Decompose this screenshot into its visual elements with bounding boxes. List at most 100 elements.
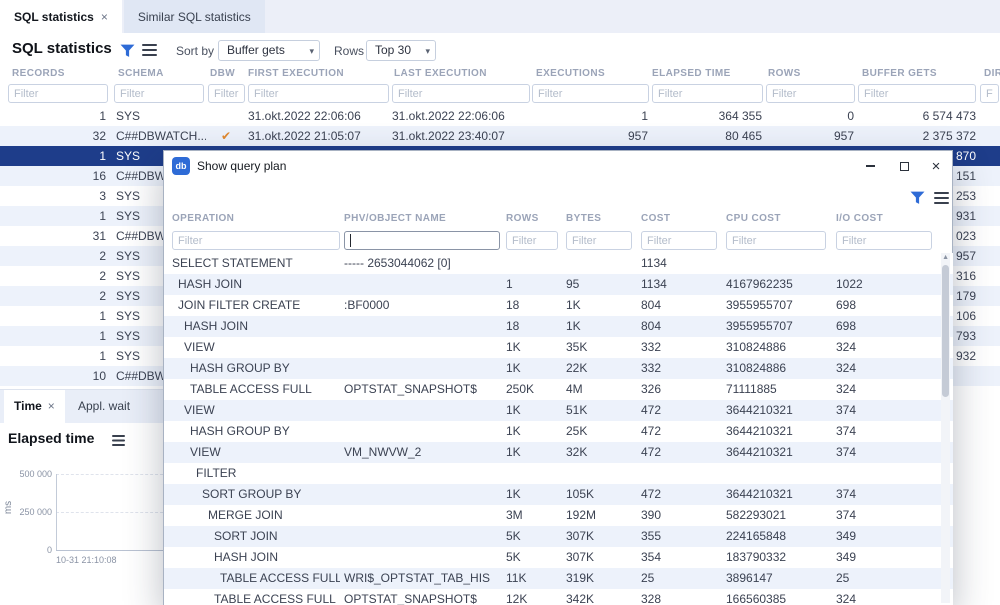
filter-input-object-name[interactable] — [344, 231, 500, 250]
column-header-schema[interactable]: SCHEMA — [118, 68, 164, 79]
plan-row[interactable]: SORT GROUP BY1K105K4723644210321374 — [164, 484, 953, 505]
cell-buffer_gets: 6 574 473 — [858, 106, 976, 126]
cell-rows: 5K — [506, 547, 564, 568]
column-header-records[interactable]: RECORDS — [12, 68, 65, 79]
column-header-last-execution[interactable]: LAST EXECUTION — [394, 68, 487, 79]
bottom-tabbar: Time× Appl. wait — [0, 390, 163, 423]
table-row[interactable]: 32C##DBWATCH...✔31.okt.2022 21:05:0731.o… — [0, 126, 1000, 146]
filter-input-dir[interactable] — [980, 84, 999, 103]
rows-select[interactable]: Top 30 ▾ — [366, 40, 436, 61]
tab-similar-sql-statistics[interactable]: Similar SQL statistics — [124, 0, 265, 33]
scroll-up-icon[interactable]: ▲ — [942, 254, 949, 261]
main-table-filters — [0, 84, 1000, 105]
plan-row[interactable]: VIEW1K35K332310824886324 — [164, 337, 953, 358]
cell-bytes: 32K — [566, 442, 639, 463]
plan-row[interactable]: TABLE ACCESS FULLWRI$_OPTSTAT_TAB_HIS11K… — [164, 568, 953, 589]
tab-time[interactable]: Time× — [4, 390, 65, 423]
plan-row[interactable]: VIEWVM_NWVW_21K32K4723644210321374 — [164, 442, 953, 463]
filter-input-records[interactable] — [8, 84, 108, 103]
y-axis-label: ms — [3, 501, 14, 514]
filter-input-last-execution[interactable] — [392, 84, 530, 103]
plan-row[interactable]: SELECT STATEMENT----- 2653044062 [0]1134 — [164, 253, 953, 274]
filter-input-cost[interactable] — [641, 231, 717, 250]
plan-row[interactable]: TABLE ACCESS FULLOPTSTAT_SNAPSHOT$12K342… — [164, 589, 953, 605]
column-header-bytes[interactable]: BYTES — [566, 213, 601, 224]
maximize-icon — [900, 162, 909, 171]
scrollbar-thumb[interactable] — [942, 265, 949, 397]
filter-input-buffer-gets[interactable] — [858, 84, 976, 103]
column-header-dbw[interactable]: DBW — [210, 68, 235, 79]
cell-last_execution: 31.okt.2022 23:40:07 — [392, 126, 530, 146]
filter-input-executions[interactable] — [532, 84, 649, 103]
filter-input-bytes[interactable] — [566, 231, 632, 250]
sort-by-select[interactable]: Buffer gets ▾ — [218, 40, 320, 61]
cell-bytes: 4M — [566, 379, 639, 400]
column-header-io-cost[interactable]: I/O COST — [836, 213, 883, 224]
cell-bytes: 25K — [566, 421, 639, 442]
table-row[interactable]: 1SYS31.okt.2022 22:06:0631.okt.2022 22:0… — [0, 106, 1000, 126]
column-header-elapsed-time[interactable]: ELAPSED TIME — [652, 68, 731, 79]
menu-icon[interactable] — [142, 44, 157, 59]
cell-object: ----- 2653044062 [0] — [344, 253, 504, 274]
cell-cost: 472 — [641, 400, 724, 421]
cell-cpu_cost: 4167962235 — [726, 274, 834, 295]
column-header-buffer-gets[interactable]: BUFFER GETS — [862, 68, 937, 79]
column-header-phv-object-name[interactable]: PHV/OBJECT NAME — [344, 213, 446, 224]
column-header-first-execution[interactable]: FIRST EXECUTION — [248, 68, 344, 79]
cell-cpu_cost: 3644210321 — [726, 442, 834, 463]
column-header-cpu-cost[interactable]: CPU COST — [726, 213, 781, 224]
close-icon[interactable]: × — [48, 399, 55, 413]
column-header-cost[interactable]: COST — [641, 213, 670, 224]
plan-row[interactable]: HASH JOIN181K8043955955707698 — [164, 316, 953, 337]
column-header-dir[interactable]: DIR — [984, 68, 1000, 79]
filter-input-operation[interactable] — [172, 231, 340, 250]
column-header-rows[interactable]: ROWS — [768, 68, 801, 79]
minimize-button[interactable] — [858, 155, 882, 177]
column-header-operation[interactable]: OPERATION — [172, 213, 234, 224]
plan-row[interactable]: HASH GROUP BY1K22K332310824886324 — [164, 358, 953, 379]
maximize-button[interactable] — [892, 155, 916, 177]
close-button[interactable]: × — [924, 155, 948, 177]
plan-row[interactable]: HASH GROUP BY1K25K4723644210321374 — [164, 421, 953, 442]
filter-input-elapsed-time[interactable] — [652, 84, 763, 103]
tab-sql-statistics[interactable]: SQL statistics × — [0, 0, 122, 33]
filter-input-rows[interactable] — [766, 84, 855, 103]
filter-input-first-execution[interactable] — [248, 84, 389, 103]
plan-row[interactable]: HASH JOIN5K307K354183790332349 — [164, 547, 953, 568]
plan-row[interactable]: TABLE ACCESS FULLOPTSTAT_SNAPSHOT$250K4M… — [164, 379, 953, 400]
menu-icon[interactable] — [934, 192, 949, 207]
text-caret — [350, 234, 351, 247]
tab-appl-wait[interactable]: Appl. wait — [68, 390, 140, 423]
cell-operation: SORT JOIN — [164, 526, 340, 547]
cell-rows: 5K — [506, 526, 564, 547]
db-app-icon: db — [172, 157, 190, 175]
close-icon[interactable]: × — [101, 10, 108, 24]
cell-rows: 1K — [506, 442, 564, 463]
filter-icon[interactable] — [910, 191, 925, 208]
column-header-rows[interactable]: ROWS — [506, 213, 539, 224]
plan-row[interactable]: FILTER — [164, 463, 953, 484]
cell-cpu_cost: 71111885 — [726, 379, 834, 400]
cell-rows: 1K — [506, 400, 564, 421]
plan-row[interactable]: VIEW1K51K4723644210321374 — [164, 400, 953, 421]
cell-bytes: 35K — [566, 337, 639, 358]
cell-schema: SYS — [116, 106, 206, 126]
plan-row[interactable]: SORT JOIN5K307K355224165848349 — [164, 526, 953, 547]
cell-cost: 355 — [641, 526, 724, 547]
rows-label: Rows — [334, 44, 364, 58]
filter-icon[interactable] — [120, 44, 135, 61]
cell-records: 1 — [8, 346, 106, 366]
plan-row[interactable]: JOIN FILTER CREATE:BF0000181K80439559557… — [164, 295, 953, 316]
plan-row[interactable]: HASH JOIN195113441679622351022 — [164, 274, 953, 295]
column-header-executions[interactable]: EXECUTIONS — [536, 68, 605, 79]
filter-input-schema[interactable] — [114, 84, 204, 103]
filter-input-rows[interactable] — [506, 231, 558, 250]
dialog-titlebar[interactable]: db Show query plan × — [164, 151, 952, 181]
filter-input-cpu-cost[interactable] — [726, 231, 826, 250]
filter-input-io-cost[interactable] — [836, 231, 932, 250]
cell-rows: 12K — [506, 589, 564, 605]
menu-icon[interactable] — [112, 435, 125, 449]
cell-cost: 1134 — [641, 253, 724, 274]
plan-row[interactable]: MERGE JOIN3M192M390582293021374 — [164, 505, 953, 526]
filter-input-dbw[interactable] — [208, 84, 245, 103]
